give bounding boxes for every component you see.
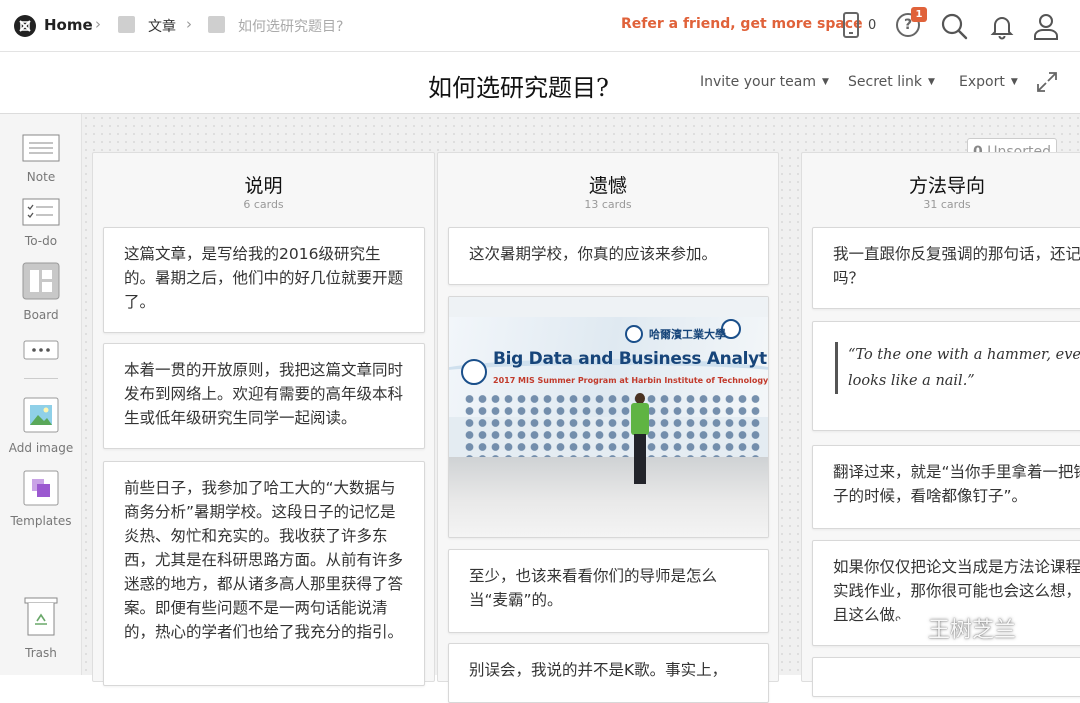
export-label: Export	[959, 74, 1005, 90]
caret-down-icon: ▼	[821, 77, 829, 87]
column-card-count: 31 cards	[923, 198, 971, 211]
person-body	[631, 403, 649, 435]
phone-icon[interactable]	[843, 12, 859, 38]
banner-subtitle: 2017 MIS Summer Program at Harbin Instit…	[493, 376, 769, 385]
column-fangfa[interactable]: 方法导向 31 cards 我一直跟你反复强调的那句话，还记得吗？ “To th…	[801, 152, 1080, 697]
breadcrumb-home[interactable]: Home	[44, 16, 93, 34]
todo-icon	[22, 198, 60, 226]
note-icon	[22, 134, 60, 162]
top-navigation-bar: Home › 文章 › 如何选研究题目? Refer a friend, get…	[0, 0, 1080, 52]
column-title[interactable]: 方法导向	[802, 171, 1080, 198]
column-yihan[interactable]: 遗憾 13 cards 这次暑期学校，你真的应该来参加。 哈爾濱工業大學 Big…	[437, 152, 779, 703]
note-card[interactable]: 至少，也该来看看你们的导师是怎么当“麦霸”的。	[448, 549, 769, 633]
trash-label: Trash	[25, 646, 57, 660]
person-legs	[634, 434, 646, 484]
templates-label: Templates	[10, 514, 72, 528]
chevron-right-icon: ›	[95, 15, 101, 33]
add-image-tool[interactable]: Add image	[0, 397, 82, 455]
caret-down-icon: ▼	[1010, 77, 1018, 87]
more-tools[interactable]	[0, 340, 82, 364]
board-icon	[22, 262, 60, 300]
chevron-right-icon: ›	[186, 15, 192, 33]
note-tool[interactable]: Note	[0, 134, 82, 184]
refer-friend-link[interactable]: Refer a friend, get more space	[621, 16, 863, 32]
board-thumbnail-icon	[118, 16, 135, 33]
board-tool[interactable]: Board	[0, 262, 82, 322]
image-icon	[23, 397, 59, 433]
user-icon[interactable]	[1032, 12, 1060, 40]
banner-title: Big Data and Business Analytics	[493, 349, 769, 369]
caret-down-icon: ▼	[927, 77, 935, 87]
todo-label: To-do	[24, 234, 58, 248]
university-seal	[625, 325, 643, 343]
column-title[interactable]: 说明	[93, 171, 434, 198]
templates-icon	[23, 470, 59, 506]
export-menu[interactable]: Export ▼	[959, 74, 1018, 90]
trash-tool[interactable]: Trash	[0, 596, 82, 660]
note-card[interactable]: 翻译过来，就是“当你手里拿着一把锤子的时候，看啥都像钉子”。	[812, 445, 1080, 529]
notification-badge: 1	[911, 7, 927, 22]
wechat-icon	[894, 618, 921, 638]
note-card[interactable]: 别误会，我说的并不是K歌。事实上，	[448, 643, 769, 703]
note-card[interactable]	[812, 657, 1080, 697]
column-card-count: 6 cards	[243, 198, 284, 211]
note-label: Note	[26, 170, 56, 184]
document-header: 如何选研究题目? Invite your team ▼ Secret link ▼ …	[0, 52, 1080, 114]
note-card[interactable]: 本着一贯的开放原则，我把这篇文章同时发布到网络上。欢迎有需要的高年级本科生或低年…	[103, 343, 425, 449]
breadcrumb-crumb1[interactable]: 文章	[148, 16, 176, 36]
column-shuoming[interactable]: 说明 6 cards 这篇文章，是写给我的2016级研究生的。暑期之后，他们中的…	[92, 152, 435, 686]
sidebar-divider	[24, 378, 58, 379]
search-icon[interactable]	[940, 12, 968, 40]
board-thumbnail-icon	[208, 16, 225, 33]
banner-university-name: 哈爾濱工業大學	[649, 328, 726, 341]
university-seal	[461, 359, 487, 385]
tool-sidebar: Note To-do Board Add image Templates Tra…	[0, 114, 82, 675]
quote-card[interactable]: “To the one with a hammer, everything lo…	[812, 321, 1080, 431]
invite-team-menu[interactable]: Invite your team ▼	[700, 74, 829, 90]
quote-text: “To the one with a hammer, everything lo…	[835, 342, 1080, 394]
note-card[interactable]: 这次暑期学校，你真的应该来参加。	[448, 227, 769, 285]
phone-count: 0	[868, 18, 877, 33]
summer-school-photo: 哈爾濱工業大學 Big Data and Business Analytics …	[449, 297, 769, 537]
todo-tool[interactable]: To-do	[0, 198, 82, 248]
note-card[interactable]: 这篇文章，是写给我的2016级研究生的。暑期之后，他们中的好几位就要开题了。	[103, 227, 425, 333]
watermark-text: 王树芝兰	[928, 618, 1017, 643]
home-logo-icon[interactable]	[14, 15, 36, 37]
trash-icon	[24, 597, 58, 636]
floor	[449, 457, 768, 537]
breadcrumb-current: 如何选研究题目?	[238, 19, 344, 35]
templates-tool[interactable]: Templates	[0, 470, 82, 528]
column-title[interactable]: 遗憾	[438, 171, 778, 198]
bell-icon[interactable]	[988, 12, 1016, 40]
column-card-count: 13 cards	[584, 198, 632, 211]
secret-label: Secret link	[848, 74, 922, 90]
expand-icon[interactable]	[1036, 71, 1058, 93]
board-label: Board	[23, 308, 59, 322]
page-title[interactable]: 如何选研究题目?	[428, 68, 609, 103]
add-image-label: Add image	[8, 441, 74, 455]
image-card[interactable]: 哈爾濱工業大學 Big Data and Business Analytics …	[448, 296, 769, 538]
more-icon	[23, 340, 59, 360]
invite-label: Invite your team	[700, 74, 816, 90]
secret-link-menu[interactable]: Secret link ▼	[848, 74, 935, 90]
note-card[interactable]: 我一直跟你反复强调的那句话，还记得吗？	[812, 227, 1080, 309]
note-card[interactable]: 前些日子，我参加了哈工大的“大数据与商务分析”暑期学校。这段日子的记忆是炎热、匆…	[103, 461, 425, 686]
